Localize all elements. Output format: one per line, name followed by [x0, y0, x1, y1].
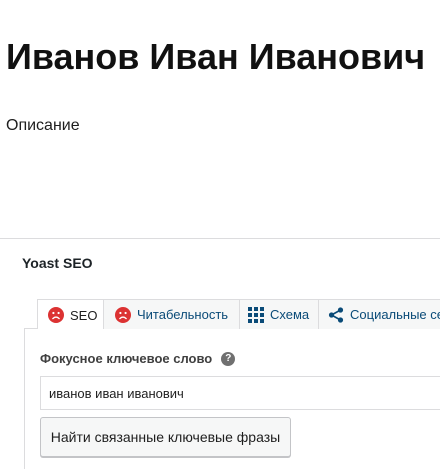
- tab-readability-label: Читабельность: [137, 307, 229, 322]
- tab-seo-label: SEO: [70, 307, 98, 323]
- tab-schema[interactable]: Схема: [239, 299, 319, 329]
- focus-keyword-label: Фокусное ключевое слово ?: [40, 351, 236, 366]
- focus-keyword-input[interactable]: [40, 376, 440, 410]
- tab-seo[interactable]: SEO: [37, 299, 104, 330]
- yoast-seo-metabox: Yoast SEO SEO Читабельность Схема Социал…: [0, 238, 440, 469]
- tab-social-label: Социальные се: [350, 307, 440, 322]
- metabox-tabs: SEO Читабельность Схема Социальные се: [24, 299, 440, 330]
- sad-face-icon: [48, 307, 64, 323]
- page-title: Иванов Иван Иванович: [6, 36, 426, 77]
- tab-schema-label: Схема: [270, 307, 310, 322]
- sad-face-icon: [115, 306, 131, 323]
- focus-keyword-label-text: Фокусное ключевое слово: [40, 351, 213, 366]
- share-icon: [328, 306, 344, 323]
- find-related-keyphrases-button[interactable]: Найти связанные ключевые фразы: [40, 417, 291, 457]
- help-icon[interactable]: ?: [221, 351, 236, 366]
- metabox-title: Yoast SEO: [22, 255, 93, 271]
- tab-readability[interactable]: Читабельность: [103, 299, 240, 329]
- grid-icon: [248, 306, 264, 323]
- post-description: Описание: [6, 117, 80, 134]
- tab-social[interactable]: Социальные се: [318, 299, 440, 329]
- seo-panel: Фокусное ключевое слово ? Найти связанны…: [24, 329, 440, 469]
